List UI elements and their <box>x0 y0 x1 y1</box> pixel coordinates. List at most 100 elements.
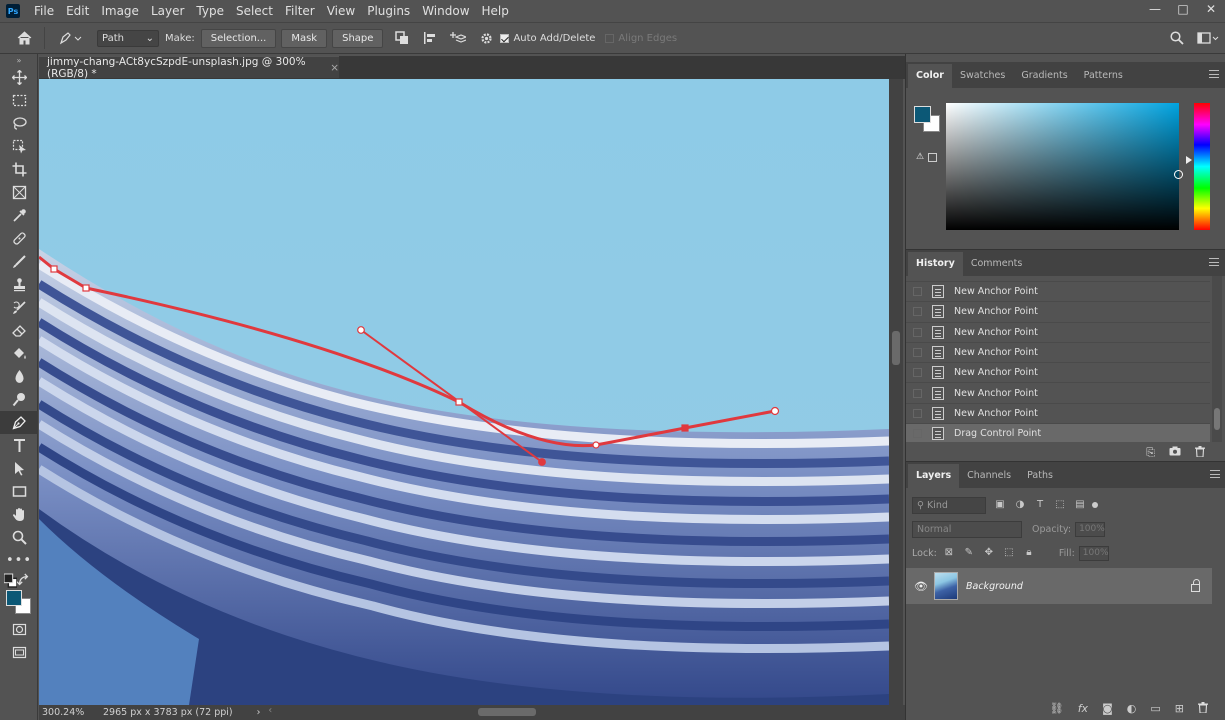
history-item[interactable]: New Anchor Point <box>906 323 1210 343</box>
horizontal-scrollbar[interactable]: ‹ <box>268 705 905 720</box>
control-point-handle[interactable] <box>538 458 546 466</box>
auto-add-delete-checkbox[interactable] <box>500 33 510 43</box>
menu-type[interactable]: Type <box>190 0 230 22</box>
filter-toggle-icon[interactable] <box>1092 502 1098 508</box>
crop-tool-icon[interactable] <box>0 158 38 181</box>
link-layers-icon[interactable]: ⛓︎ <box>1050 702 1064 716</box>
layer-name[interactable]: Background <box>966 581 1191 592</box>
layer-kind-filter[interactable]: ⚲ Kind <box>912 496 986 514</box>
control-point-handle[interactable] <box>357 326 365 334</box>
close-tab-icon[interactable]: × <box>330 62 339 74</box>
screen-mode-icon[interactable] <box>0 641 38 664</box>
tab-patterns[interactable]: Patterns <box>1076 64 1131 88</box>
lock-artboard-icon[interactable]: ⬚ <box>1003 547 1015 559</box>
new-document-from-state-icon[interactable]: ⎘ <box>1146 446 1155 460</box>
history-brush-source-box[interactable] <box>913 307 922 317</box>
eraser-tool-icon[interactable] <box>0 319 38 342</box>
pixel-filter-icon[interactable]: ▣ <box>994 499 1006 511</box>
search-icon[interactable] <box>1167 28 1187 48</box>
shape-filter-icon[interactable]: ⬚ <box>1054 499 1066 511</box>
default-colors-icon[interactable] <box>0 572 38 588</box>
history-item[interactable]: New Anchor Point <box>906 383 1210 404</box>
type-filter-icon[interactable]: T <box>1034 499 1046 511</box>
history-item-selected[interactable]: Drag Control Point <box>906 424 1210 442</box>
make-selection-button[interactable]: Selection... <box>200 28 277 48</box>
tool-mode-select[interactable]: Path ⌄ <box>97 29 159 47</box>
rectangle-tool-icon[interactable] <box>0 480 38 503</box>
menu-select[interactable]: Select <box>230 0 279 22</box>
gear-icon[interactable] <box>476 28 496 48</box>
lock-all-icon[interactable]: 🔒︎ <box>1023 547 1035 559</box>
make-shape-button[interactable]: Shape <box>332 28 384 48</box>
maximize-button[interactable]: □ <box>1169 0 1197 22</box>
menu-image[interactable]: Image <box>95 0 145 22</box>
menu-edit[interactable]: Edit <box>60 0 95 22</box>
type-tool-icon[interactable] <box>0 434 38 457</box>
anchor-point[interactable] <box>50 265 58 273</box>
menu-layer[interactable]: Layer <box>145 0 190 22</box>
vertical-scroll-thumb[interactable] <box>892 331 900 365</box>
history-brush-source-box[interactable] <box>913 388 922 398</box>
brush-tool-icon[interactable] <box>0 250 38 273</box>
tab-layers[interactable]: Layers <box>908 464 960 488</box>
hand-tool-icon[interactable] <box>0 503 38 526</box>
menu-plugins[interactable]: Plugins <box>361 0 416 22</box>
history-brush-tool-icon[interactable] <box>0 296 38 319</box>
paint-bucket-tool-icon[interactable] <box>0 342 38 365</box>
marquee-tool-icon[interactable] <box>0 89 38 112</box>
lock-transparent-icon[interactable]: ⊠ <box>943 547 955 559</box>
adjustment-layer-icon[interactable]: ◐ <box>1127 702 1137 716</box>
tab-paths[interactable]: Paths <box>1019 464 1061 488</box>
move-tool-icon[interactable] <box>0 66 38 89</box>
history-brush-source-box[interactable] <box>913 327 922 337</box>
make-mask-button[interactable]: Mask <box>281 28 328 48</box>
camera-icon[interactable] <box>1169 446 1181 460</box>
blend-mode-select[interactable]: Normal <box>912 520 1022 538</box>
home-icon[interactable] <box>14 28 34 48</box>
tab-comments[interactable]: Comments <box>963 252 1031 276</box>
menu-file[interactable]: File <box>28 0 60 22</box>
trash-icon[interactable] <box>1195 446 1205 460</box>
panel-menu-icon[interactable] <box>1209 70 1219 78</box>
history-item[interactable]: New Anchor Point <box>906 282 1210 303</box>
history-item[interactable]: New Anchor Point <box>906 363 1210 384</box>
object-selection-tool-icon[interactable] <box>0 135 38 158</box>
foreground-background-swatches[interactable] <box>0 588 37 618</box>
align-edges-checkbox[interactable] <box>605 33 615 43</box>
add-mask-icon[interactable]: ◙ <box>1102 702 1113 716</box>
toolbar-foreground-swatch[interactable] <box>6 590 22 606</box>
lasso-tool-icon[interactable] <box>0 112 38 135</box>
frame-tool-icon[interactable] <box>0 181 38 204</box>
history-brush-source-box[interactable] <box>913 348 922 358</box>
path-arrangement-icon[interactable] <box>448 28 468 48</box>
trash-icon[interactable] <box>1198 702 1208 716</box>
anchor-point-selected[interactable] <box>455 398 463 406</box>
more-tools-icon[interactable]: ••• <box>0 549 38 572</box>
anchor-point[interactable] <box>681 424 689 432</box>
opacity-input[interactable]: 100% <box>1075 521 1106 537</box>
menu-filter[interactable]: Filter <box>279 0 321 22</box>
tab-color[interactable]: Color <box>908 64 952 88</box>
pen-tool-preset-icon[interactable] <box>55 28 85 48</box>
fx-icon[interactable]: fx <box>1078 702 1088 716</box>
healing-brush-tool-icon[interactable] <box>0 227 38 250</box>
history-scrollbar[interactable] <box>1212 276 1222 442</box>
history-item[interactable]: New Anchor Point <box>906 343 1210 364</box>
history-item[interactable]: New Anchor Point <box>906 302 1210 323</box>
dodge-tool-icon[interactable] <box>0 388 38 411</box>
hue-slider-marker[interactable] <box>1186 156 1192 164</box>
foreground-color-swatch[interactable] <box>914 106 931 123</box>
close-button[interactable]: ✕ <box>1197 0 1225 22</box>
tab-channels[interactable]: Channels <box>959 464 1019 488</box>
path-operations-icon[interactable] <box>392 28 412 48</box>
path-selection-tool-icon[interactable] <box>0 457 38 480</box>
smart-object-filter-icon[interactable]: ▤ <box>1074 499 1086 511</box>
history-brush-source-box[interactable] <box>913 429 922 439</box>
collapse-toolbar-icon[interactable]: » <box>0 54 38 66</box>
pen-tool-icon[interactable] <box>0 411 38 434</box>
tab-gradients[interactable]: Gradients <box>1013 64 1075 88</box>
lock-position-icon[interactable]: ✥ <box>983 547 995 559</box>
panel-menu-icon[interactable] <box>1209 258 1219 266</box>
menu-help[interactable]: Help <box>476 0 515 22</box>
menu-view[interactable]: View <box>321 0 361 22</box>
